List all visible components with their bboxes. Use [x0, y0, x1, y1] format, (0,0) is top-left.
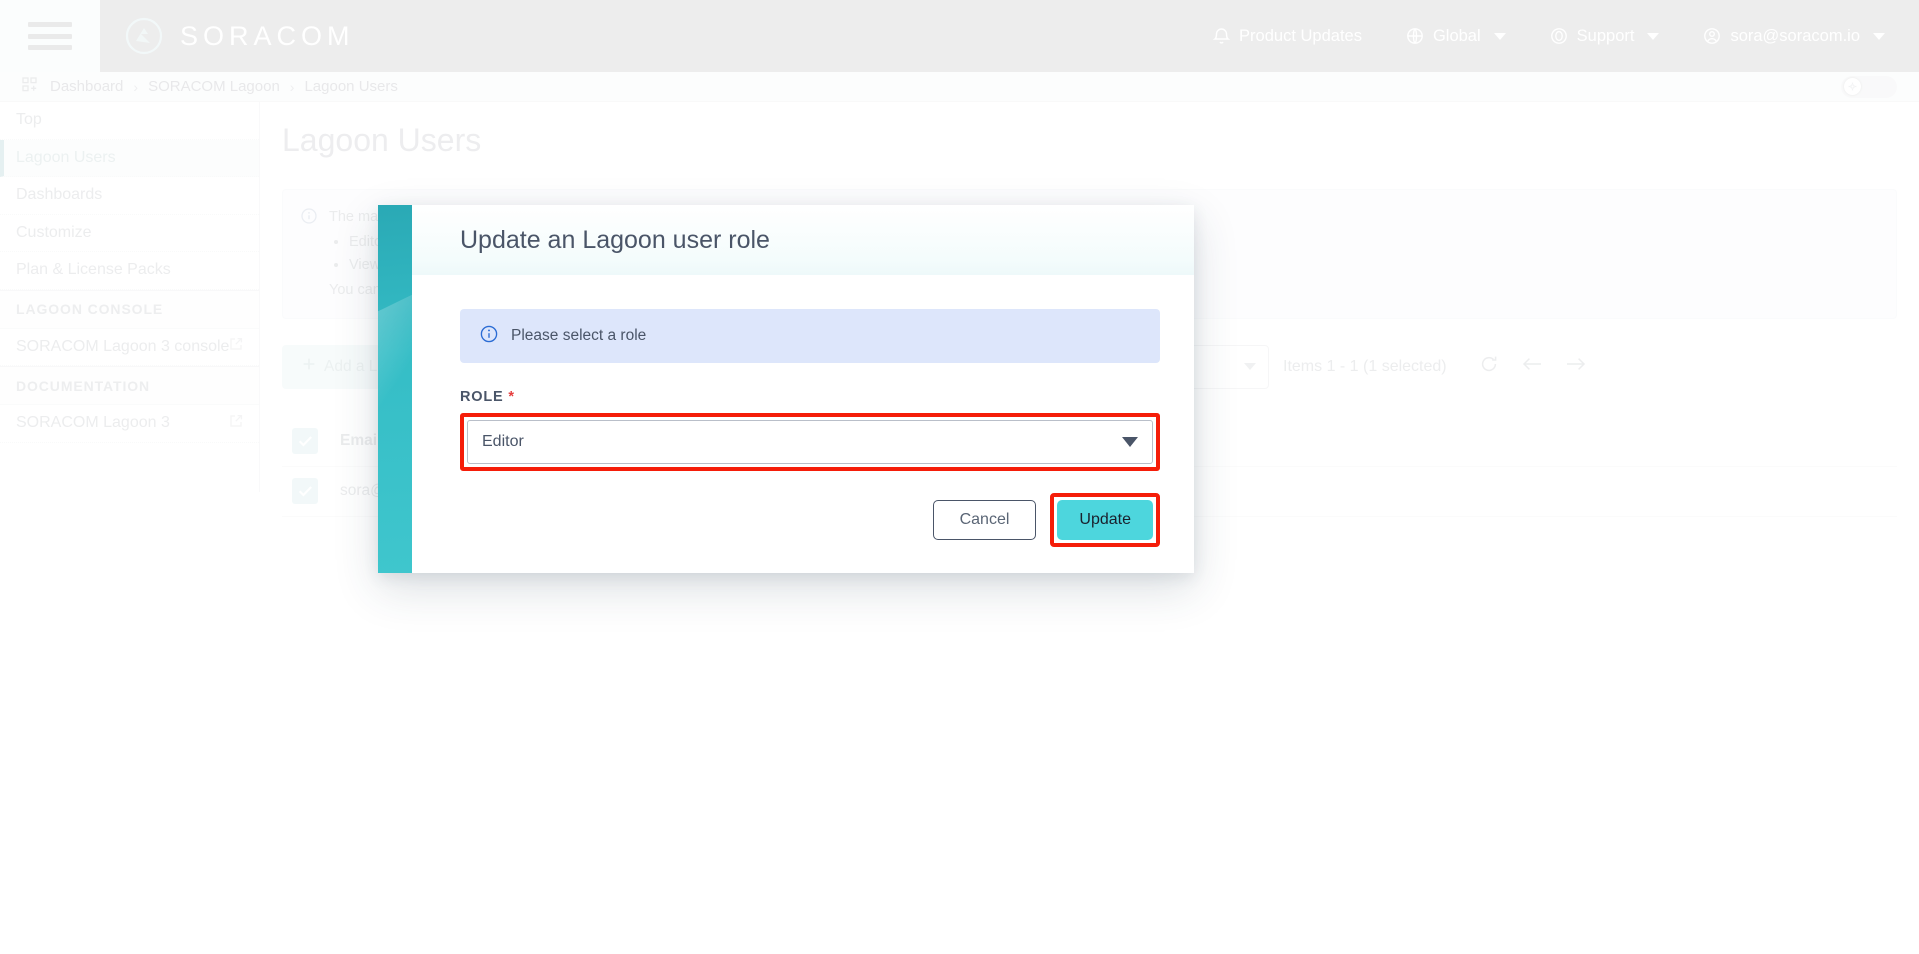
hamburger-icon [28, 22, 72, 50]
chevron-down-icon [1647, 32, 1660, 40]
soracom-logo-icon [124, 16, 164, 56]
breadcrumb-toggle[interactable] [1841, 75, 1897, 98]
lifebuoy-icon [1550, 27, 1568, 45]
breadcrumb-item-dashboard[interactable]: Dashboard [50, 78, 123, 95]
sidebar-item-plan-license-packs[interactable]: Plan & License Packs [0, 252, 259, 290]
user-circle-icon [1703, 27, 1721, 45]
header-item-account[interactable]: sora@soracom.io [1703, 27, 1885, 46]
arrow-right-icon[interactable] [1565, 354, 1587, 379]
external-link-icon [229, 337, 243, 356]
header-item-product-updates[interactable]: Product Updates [1213, 27, 1362, 46]
sidebar-item-customize[interactable]: Customize [0, 215, 259, 252]
refresh-icon[interactable] [1479, 354, 1499, 379]
sidebar-item-soracom-lagoon-3[interactable]: SORACOM Lagoon 3 [0, 405, 259, 443]
menu-toggle-button[interactable] [0, 0, 100, 72]
toolbar-icons [1479, 354, 1587, 379]
select-all-checkbox[interactable] [292, 428, 318, 455]
sidebar-item-lagoon-users[interactable]: Lagoon Users [0, 139, 259, 177]
sidebar-item-label: SORACOM Lagoon 3 console [16, 337, 230, 355]
dashboard-grid-icon [22, 76, 37, 97]
sidebar-item-label: Top [16, 111, 42, 129]
sidebar-item-soracom-lagoon-3-console[interactable]: SORACOM Lagoon 3 console [0, 329, 259, 366]
update-button[interactable]: Update [1057, 500, 1153, 540]
sidebar-group-lagoon-console: LAGOON CONSOLE [0, 289, 259, 329]
sidebar-item-top[interactable]: Top [0, 102, 259, 140]
update-role-modal: Update an Lagoon user role Please select… [378, 205, 1194, 573]
chevron-down-icon [1122, 437, 1138, 447]
chevron-down-icon [1873, 32, 1885, 40]
header-item-label: sora@soracom.io [1730, 26, 1860, 45]
top-header: SORACOM Product Updates Global Support s… [0, 0, 1919, 72]
sidebar-item-label: Plan & License Packs [16, 261, 171, 279]
brand[interactable]: SORACOM [124, 16, 355, 56]
brand-text: SORACOM [180, 20, 355, 51]
row-checkbox[interactable] [292, 478, 318, 505]
bell-icon [1213, 27, 1231, 45]
modal-title: Update an Lagoon user role [460, 225, 770, 254]
sidebar-item-label: Customize [16, 223, 92, 241]
cancel-button[interactable]: Cancel [932, 500, 1037, 540]
toggle-knob [1844, 78, 1861, 95]
modal-content: Please select a role ROLE * Editor [412, 275, 1194, 471]
breadcrumb-item-lagoon-users: Lagoon Users [304, 78, 398, 95]
items-count-label: Items 1 - 1 (1 selected) [1283, 357, 1447, 375]
info-banner-text: Please select a role [511, 327, 647, 344]
breadcrumb: Dashboard › SORACOM Lagoon › Lagoon User… [0, 72, 1919, 102]
plus-icon [302, 357, 316, 376]
role-field-label: ROLE * [460, 389, 1160, 405]
breadcrumb-separator: › [289, 78, 295, 95]
chevron-down-icon [1244, 363, 1256, 371]
header-item-global[interactable]: Global [1406, 27, 1506, 46]
chevron-down-icon [1493, 32, 1506, 40]
role-select[interactable]: Editor [467, 420, 1153, 464]
column-header-email: Email [340, 432, 382, 450]
update-button-annotation-box: Update [1050, 493, 1160, 547]
modal-body: Update an Lagoon user role Please select… [412, 205, 1194, 573]
breadcrumb-separator: › [133, 78, 139, 95]
globe-icon [1406, 27, 1424, 45]
role-select-value: Editor [482, 433, 524, 450]
header-item-support[interactable]: Support [1550, 27, 1660, 46]
header-actions: Product Updates Global Support sora@sora… [1213, 27, 1919, 46]
header-item-label: Product Updates [1239, 26, 1362, 45]
info-banner: Please select a role [460, 309, 1160, 363]
page-title: Lagoon Users [282, 122, 482, 158]
header-item-label: Support [1576, 26, 1635, 45]
sidebar-item-label: Lagoon Users [16, 148, 116, 166]
arrow-left-icon[interactable] [1521, 354, 1543, 379]
role-select-annotation-box: Editor [460, 413, 1160, 471]
header-item-label: Global [1432, 26, 1481, 45]
modal-actions: Cancel Update [412, 471, 1194, 573]
sidebar-item-dashboards[interactable]: Dashboards [0, 177, 259, 215]
info-circle-icon [480, 325, 498, 348]
sidebar-item-label: Dashboards [16, 186, 103, 204]
required-marker: * [508, 389, 515, 405]
modal-accent-strip [378, 205, 412, 573]
app-root: SORACOM Product Updates Global Support s… [0, 0, 1919, 954]
modal-header: Update an Lagoon user role [412, 205, 1194, 275]
role-label-text: ROLE [460, 389, 504, 405]
breadcrumb-item-soracom-lagoon[interactable]: SORACOM Lagoon [148, 78, 280, 95]
sidebar: Top Lagoon Users Dashboards Customize Pl… [0, 102, 260, 492]
external-link-icon [229, 414, 243, 433]
info-circle-icon [301, 208, 317, 302]
sidebar-item-label: SORACOM Lagoon 3 [16, 414, 170, 432]
sidebar-group-documentation: DOCUMENTATION [0, 366, 259, 405]
